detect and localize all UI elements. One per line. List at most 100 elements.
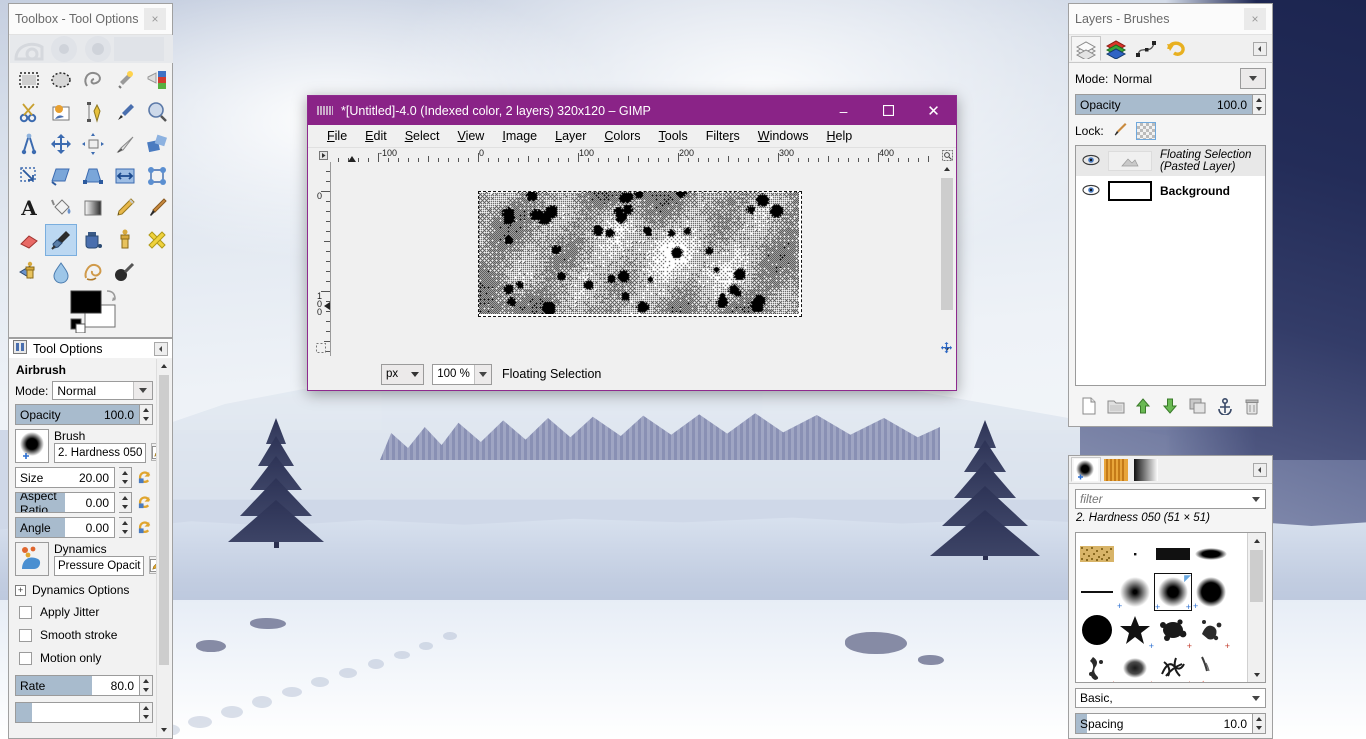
layer-row-background[interactable]: Background bbox=[1076, 176, 1265, 206]
new-layer-button[interactable] bbox=[1077, 395, 1101, 417]
pattern-brush[interactable] bbox=[1078, 535, 1116, 573]
brush-scroll-up-icon[interactable] bbox=[1248, 533, 1265, 548]
image-canvas[interactable] bbox=[478, 191, 802, 317]
dodge-burn-tool[interactable] bbox=[109, 256, 141, 288]
ink-tool[interactable] bbox=[77, 224, 109, 256]
unit-combo[interactable]: px bbox=[381, 364, 424, 385]
reset-size-icon[interactable] bbox=[136, 469, 153, 486]
dynamics-preview[interactable] bbox=[15, 542, 49, 576]
canvas-area[interactable] bbox=[332, 162, 938, 356]
raise-layer-button[interactable] bbox=[1131, 395, 1155, 417]
crop-tool[interactable] bbox=[109, 128, 141, 160]
quick-mask-toggle-icon[interactable] bbox=[313, 341, 328, 355]
rate-slider[interactable]: Rate 80.0 bbox=[15, 675, 140, 696]
shear-tool[interactable] bbox=[45, 160, 77, 192]
line-brush[interactable] bbox=[1078, 573, 1116, 611]
dynamics-options-expander[interactable]: + Dynamics Options bbox=[10, 578, 158, 599]
heal-tool[interactable] bbox=[141, 224, 173, 256]
select-by-color-tool[interactable] bbox=[141, 64, 173, 96]
menu-edit[interactable]: Edit bbox=[356, 127, 396, 145]
layers-tab[interactable] bbox=[1071, 36, 1101, 61]
brush-grid-scrollbar[interactable] bbox=[1247, 533, 1265, 682]
channels-tab[interactable] bbox=[1101, 36, 1131, 61]
brush-grid[interactable]: + ◤ + + + + + + + + + ◢ bbox=[1075, 532, 1266, 683]
ellipse-select-tool[interactable] bbox=[45, 64, 77, 96]
spacing-row[interactable]: Spacing 10.0 bbox=[1075, 713, 1266, 734]
brush-scroll-down-icon[interactable] bbox=[1248, 667, 1265, 682]
layers-dock-menu-icon[interactable] bbox=[1253, 42, 1267, 56]
undo-history-tab[interactable] bbox=[1161, 36, 1191, 61]
layers-dock-close-button[interactable]: × bbox=[1244, 8, 1266, 30]
size-spinner[interactable] bbox=[119, 467, 132, 488]
smooth-stroke-checkbox[interactable] bbox=[19, 629, 32, 642]
brush-filter-input[interactable] bbox=[1076, 492, 1247, 506]
blur-sharpen-tool[interactable] bbox=[45, 256, 77, 288]
menu-help[interactable]: Help bbox=[817, 127, 861, 145]
foreground-background-color-area[interactable] bbox=[67, 289, 127, 333]
opacity-slider[interactable]: Opacity 100.0 bbox=[15, 404, 140, 425]
lock-alpha-icon[interactable] bbox=[1136, 122, 1156, 140]
flow-row[interactable] bbox=[10, 698, 158, 725]
tool-options-tab[interactable]: Tool Options bbox=[8, 338, 173, 358]
text-tool[interactable]: A bbox=[13, 192, 45, 224]
opacity-row[interactable]: Opacity 100.0 bbox=[10, 402, 158, 427]
mode-combo[interactable]: Normal bbox=[52, 381, 153, 400]
layer-mode-row[interactable]: Mode: Normal bbox=[1069, 63, 1272, 92]
rotate-tool[interactable] bbox=[141, 128, 173, 160]
zoom-chevron-down-icon[interactable] bbox=[474, 365, 491, 384]
close-button[interactable]: ✕ bbox=[911, 96, 956, 125]
perspective-clone-tool[interactable] bbox=[13, 256, 45, 288]
zoom-image-when-window-resized-icon[interactable] bbox=[939, 148, 955, 162]
motion-only-row[interactable]: Motion only bbox=[10, 644, 158, 667]
zoom-tool[interactable] bbox=[141, 96, 173, 128]
flow-slider[interactable] bbox=[15, 702, 140, 723]
size-row[interactable]: Size 20.00 bbox=[10, 465, 158, 490]
minimize-button[interactable]: – bbox=[821, 96, 866, 125]
tool-options-collapse-icon[interactable] bbox=[154, 342, 168, 356]
patterns-tab[interactable] bbox=[1101, 457, 1131, 482]
layers-bottom-toolbar[interactable] bbox=[1075, 392, 1266, 420]
acrylic-04-brush[interactable]: + bbox=[1116, 649, 1154, 683]
perspective-tool[interactable] bbox=[77, 160, 109, 192]
ellipse-fuzzy-brush[interactable] bbox=[1192, 535, 1230, 573]
flow-spinner[interactable] bbox=[140, 702, 153, 723]
anchor-layer-button[interactable] bbox=[1213, 395, 1237, 417]
paths-tool[interactable] bbox=[77, 96, 109, 128]
paintbrush-tool[interactable] bbox=[141, 192, 173, 224]
reset-angle-icon[interactable] bbox=[136, 519, 153, 536]
brushes-dock-menu-icon[interactable] bbox=[1253, 463, 1267, 477]
lock-pixels-icon[interactable] bbox=[1112, 121, 1128, 140]
vscroll-thumb[interactable] bbox=[941, 178, 953, 310]
flip-tool[interactable] bbox=[109, 160, 141, 192]
cage-transform-tool[interactable] bbox=[141, 160, 173, 192]
acrylic-03-brush[interactable]: + bbox=[1078, 649, 1116, 683]
brush-scroll-thumb[interactable] bbox=[1250, 550, 1263, 602]
rate-spinner[interactable] bbox=[140, 675, 153, 696]
brushes-dock[interactable]: 2. Hardness 050 (51 × 51) + ◤ + + + bbox=[1068, 455, 1273, 739]
tool-options-scrollbar[interactable] bbox=[156, 359, 171, 737]
menu-windows[interactable]: Windows bbox=[749, 127, 818, 145]
dot-brush[interactable] bbox=[1116, 535, 1154, 573]
opacity-spinner[interactable] bbox=[140, 404, 153, 425]
aspect-ratio-spinner[interactable] bbox=[119, 492, 132, 513]
paths-tab[interactable] bbox=[1131, 36, 1161, 61]
clone-tool[interactable] bbox=[109, 224, 141, 256]
move-tool[interactable] bbox=[45, 128, 77, 160]
smudge-tool[interactable] bbox=[77, 256, 109, 288]
color-picker-tool[interactable] bbox=[109, 96, 141, 128]
rect-select-tool[interactable] bbox=[13, 64, 45, 96]
smooth-stroke-row[interactable]: Smooth stroke bbox=[10, 621, 158, 644]
measure-tool[interactable] bbox=[13, 128, 45, 160]
pencil-tool[interactable] bbox=[109, 192, 141, 224]
brush-filter-chevron-down-icon[interactable] bbox=[1247, 491, 1265, 508]
menu-select[interactable]: Select bbox=[396, 127, 449, 145]
hardness-050-brush[interactable]: ◤ + + bbox=[1154, 573, 1192, 611]
angle-row[interactable]: Angle 0.00 bbox=[10, 515, 158, 540]
layer-row-floating-selection[interactable]: Floating Selection (Pasted Layer) bbox=[1076, 146, 1265, 176]
maximize-button[interactable] bbox=[866, 96, 911, 125]
menu-tools[interactable]: Tools bbox=[650, 127, 697, 145]
dynamics-row[interactable]: Dynamics Pressure Opacit bbox=[10, 540, 158, 578]
foreground-select-tool[interactable] bbox=[45, 96, 77, 128]
layer-opacity-row[interactable]: Opacity 100.0 bbox=[1069, 92, 1272, 117]
dynamics-name-field[interactable]: Pressure Opacit bbox=[54, 556, 144, 576]
